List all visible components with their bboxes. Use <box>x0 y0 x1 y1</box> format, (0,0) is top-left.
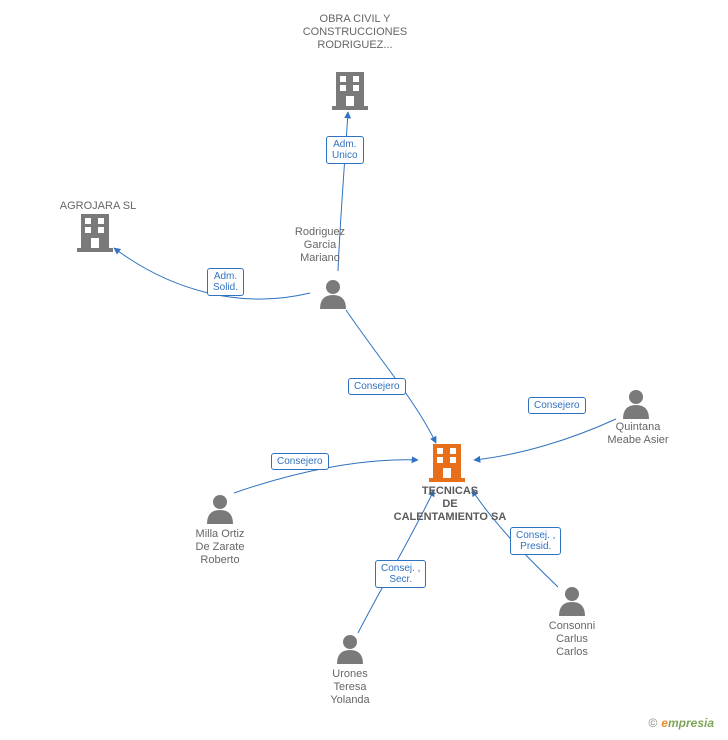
edge-label-consej-presid: Consej. , Presid. <box>510 527 561 555</box>
node-label-agrojara: AGROJARA SL <box>48 200 148 213</box>
brand-first-letter: e <box>661 716 668 730</box>
person-icon <box>559 587 585 616</box>
person-icon <box>337 635 363 664</box>
edge-label-consejero-quintana: Consejero <box>528 397 586 414</box>
node-label-consonni: Consonni Carlus Carlos <box>537 620 607 660</box>
node-label-urones: Urones Teresa Yolanda <box>315 668 385 708</box>
node-label-tecnicas: TECNICAS DE CALENTAMIENTO SA <box>385 485 515 525</box>
building-icon <box>77 214 113 252</box>
edge-label-consejero-rodriguez: Consejero <box>348 378 406 395</box>
edge-label-consejero-milla: Consejero <box>271 453 329 470</box>
edge-consejero-quintana <box>474 419 616 460</box>
person-icon <box>623 390 649 419</box>
person-icon <box>320 280 346 309</box>
edge-consejero-rodriguez <box>346 310 436 443</box>
edge-label-adm-unico: Adm. Unico <box>326 136 364 164</box>
edge-label-adm-solid: Adm. Solid. <box>207 268 244 296</box>
person-icon <box>207 495 233 524</box>
edge-label-consej-secr: Consej. , Secr. <box>375 560 426 588</box>
copyright: © empresia <box>648 716 714 730</box>
node-label-milla: Milla Ortiz De Zarate Roberto <box>180 528 260 568</box>
building-icon <box>429 444 465 482</box>
node-label-obra: OBRA CIVIL Y CONSTRUCCIONES RODRIGUEZ... <box>300 13 410 53</box>
copyright-symbol: © <box>648 716 657 730</box>
network-svg <box>0 0 728 740</box>
brand-rest: mpresia <box>668 716 714 730</box>
node-label-quintana: Quintana Meabe Asier <box>598 421 678 447</box>
building-icon <box>332 72 368 110</box>
diagram-canvas: OBRA CIVIL Y CONSTRUCCIONES RODRIGUEZ...… <box>0 0 728 740</box>
node-label-rodriguez: Rodriguez Garcia Mariano <box>280 226 360 266</box>
